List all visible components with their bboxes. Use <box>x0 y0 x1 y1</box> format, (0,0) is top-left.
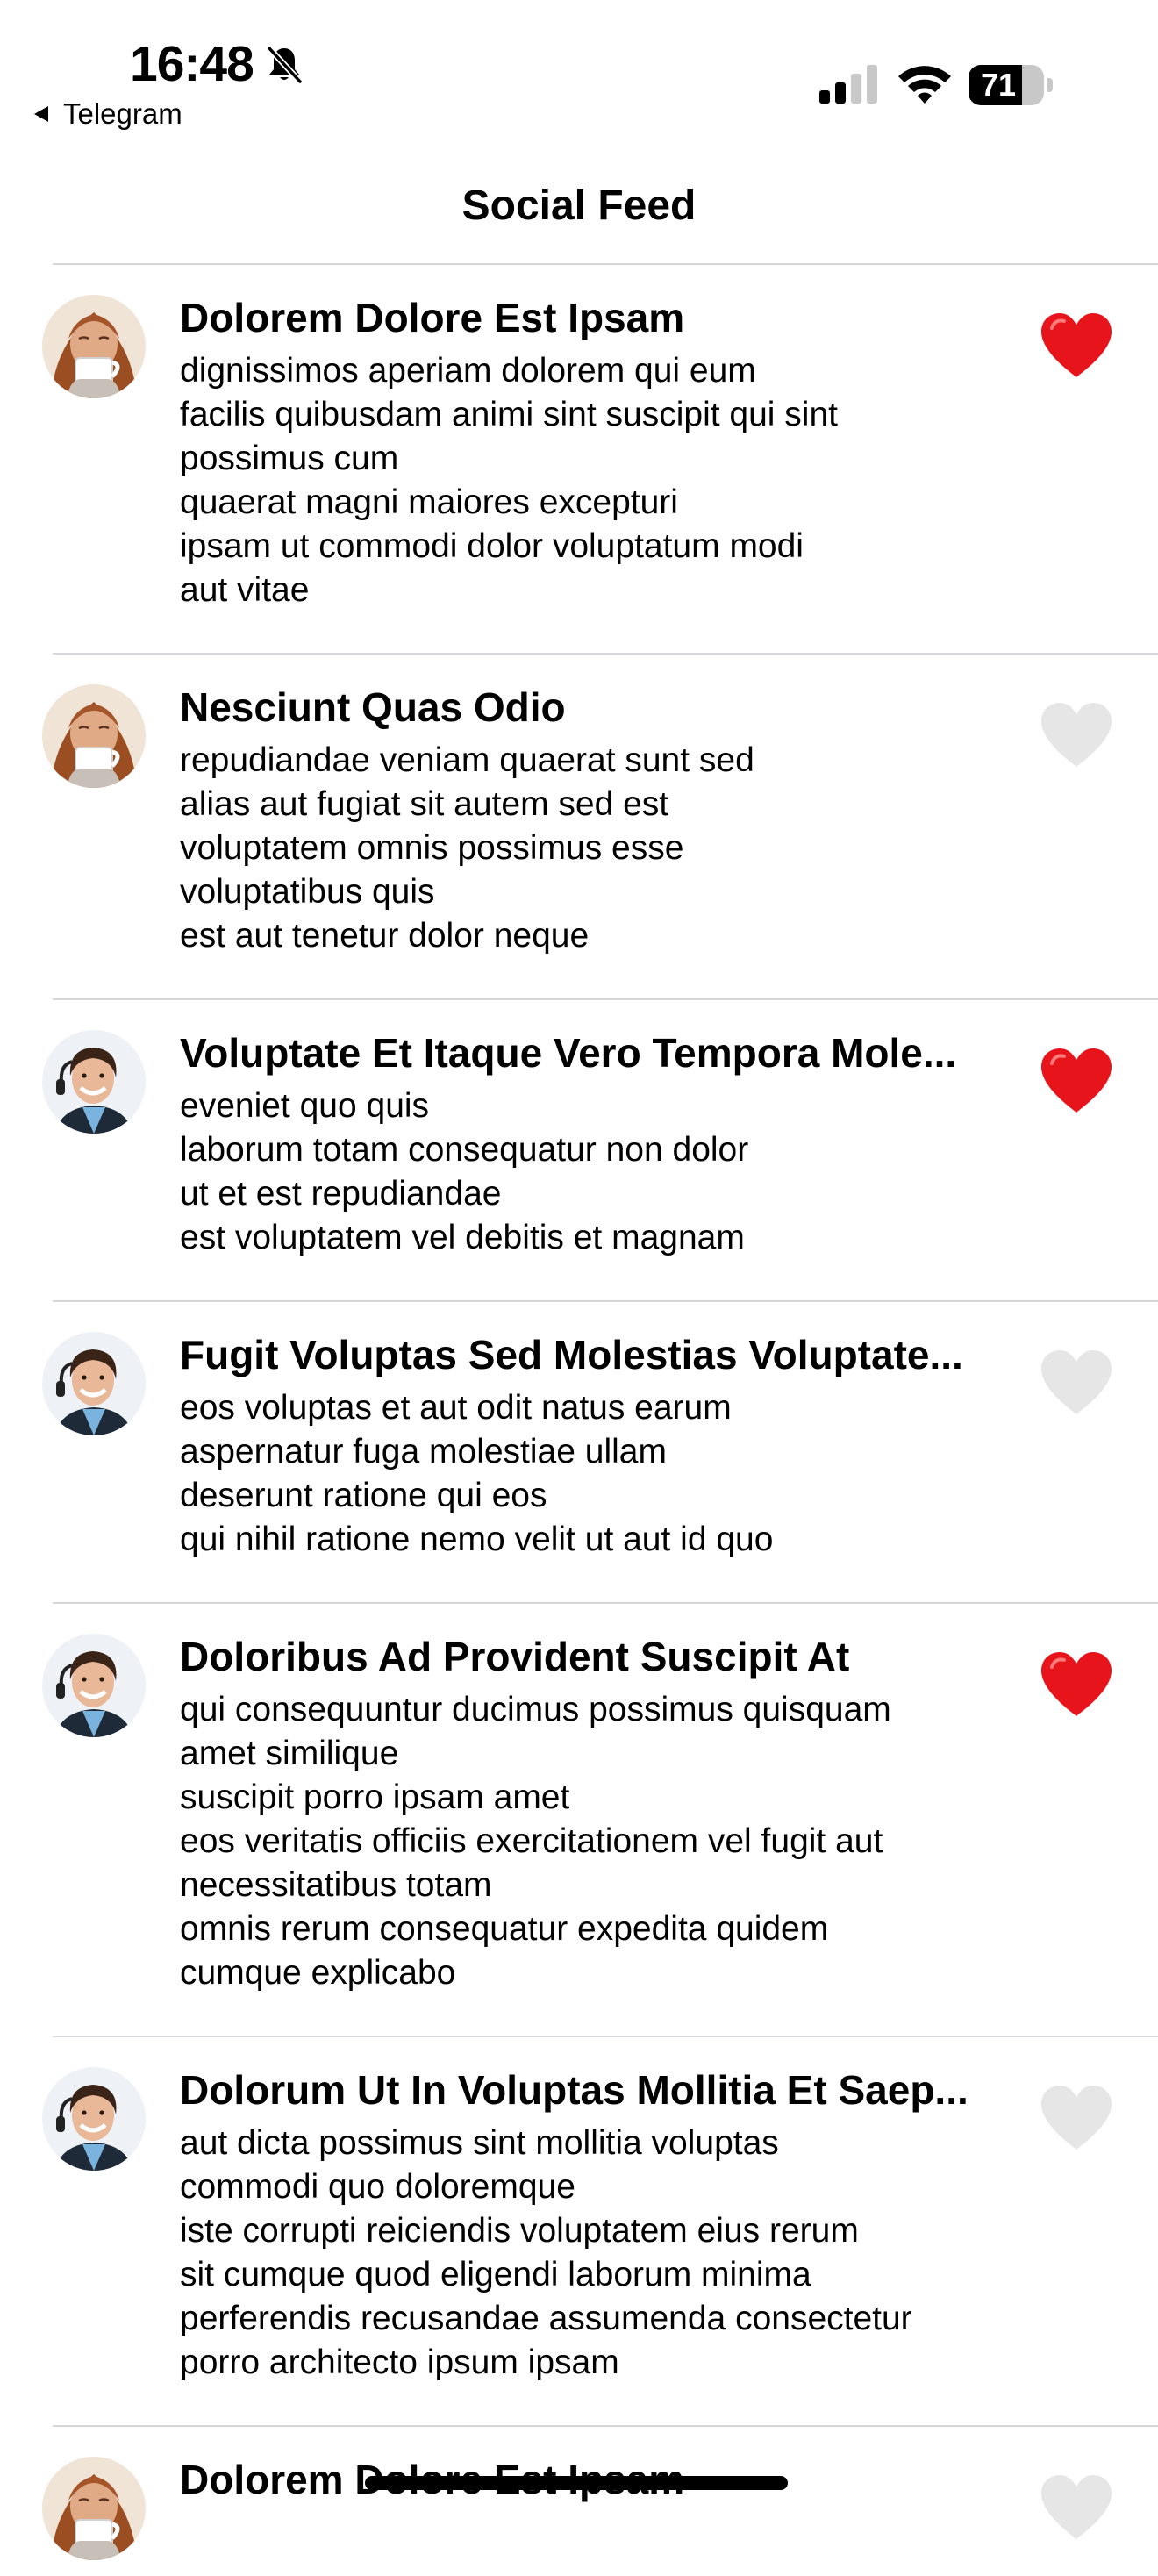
post-title: Doloribus Ad Provident Suscipit At <box>180 1634 850 1679</box>
post-body: dignissimos aperiam dolorem qui eum facil… <box>180 349 1022 612</box>
post-body-line: dignissimos aperiam dolorem qui eum <box>180 352 756 390</box>
post-title: Dolorum Ut In Voluptas Mollitia Et Saep.… <box>180 2067 969 2113</box>
post-content: Dolorum Ut In Voluptas Mollitia Et Saep.… <box>180 2064 1022 2385</box>
post-body-line: suscipit porro ipsam amet <box>180 1778 570 1816</box>
post-content: Fugit Voluptas Sed Molestias Voluptate..… <box>180 1328 1022 1562</box>
post-body-line: quaerat magni maiores excepturi <box>180 483 678 521</box>
post-body: eveniet quo quis laborum totam consequatu… <box>180 1084 1022 1260</box>
liked-heart-icon[interactable] <box>1038 1649 1115 1720</box>
post-body-line: omnis rerum consequatur expedita quidem <box>180 1910 829 1948</box>
back-to-app-label: Telegram <box>63 97 182 130</box>
battery-tip <box>1047 78 1053 92</box>
smiling-man-avatar[interactable] <box>42 2067 146 2171</box>
social-feed-list[interactable]: Dolorem Dolore Est Ipsam dignissimos aper… <box>0 265 1158 2576</box>
unliked-heart-icon[interactable] <box>1038 2083 1115 2153</box>
post-body-line: eveniet quo quis <box>180 1087 430 1125</box>
page-title: Social Feed <box>461 182 697 229</box>
feed-post[interactable]: Fugit Voluptas Sed Molestias Voluptate..… <box>0 1302 1158 1604</box>
post-body-line: sit cumque quod eligendi laborum minima <box>180 2256 811 2293</box>
unliked-heart-icon[interactable] <box>1038 1348 1115 1418</box>
unliked-heart-icon[interactable] <box>1038 700 1115 770</box>
post-body-line: laborum totam consequatur non dolor <box>180 1131 749 1169</box>
post-body-line: qui nihil ratione nemo velit ut aut id q… <box>180 1521 774 1558</box>
unliked-heart-icon[interactable] <box>1038 2472 1115 2543</box>
back-to-app-button[interactable]: Telegram <box>32 97 182 132</box>
post-body: qui consequuntur ducimus possimus quisqu… <box>180 1688 1022 1995</box>
cellular-signal-icon <box>819 65 877 104</box>
post-body-line: aspernatur fuga molestiae ullam <box>180 1433 667 1470</box>
feed-post[interactable]: Nesciunt Quas Odio repudiandae veniam qua… <box>0 655 1158 1000</box>
post-body-line: est aut tenetur dolor neque <box>180 917 590 955</box>
post-body-line: qui consequuntur ducimus possimus quisqu… <box>180 1691 891 1728</box>
post-body-line: iste corrupti reiciendis voluptatem eius… <box>180 2212 859 2250</box>
post-body-line: eos veritatis officiis exercitationem ve… <box>180 1822 883 1860</box>
post-body-line: cumque explicabo <box>180 1954 456 1992</box>
post-body-line: voluptatibus quis <box>180 873 435 911</box>
feed-post[interactable]: Dolorem Dolore Est Ipsam dignissimos aper… <box>0 265 1158 655</box>
post-body-line: eos voluptas et aut odit natus earum <box>180 1389 732 1427</box>
post-body-line: ut et est repudiandae <box>180 1175 502 1213</box>
post-body-line: possimus cum <box>180 440 399 477</box>
feed-post[interactable]: Dolorem Dolore Est Ipsam <box>0 2427 1158 2576</box>
post-title: Fugit Voluptas Sed Molestias Voluptate..… <box>180 1332 963 1377</box>
post-body-line: porro architecto ipsum ipsam <box>180 2343 619 2381</box>
home-indicator[interactable] <box>365 2476 788 2490</box>
post-body: repudiandae veniam quaerat sunt sed alias… <box>180 739 1022 958</box>
woman-drinking-coffee-avatar[interactable] <box>42 2457 146 2560</box>
post-content: Nesciunt Quas Odio repudiandae veniam qua… <box>180 681 1022 958</box>
post-body-line: deserunt ratione qui eos <box>180 1477 547 1514</box>
post-body-line: commodi quo doloremque <box>180 2168 575 2206</box>
wifi-icon <box>898 66 951 104</box>
liked-heart-icon[interactable] <box>1038 1046 1115 1116</box>
post-body-line: amet similique <box>180 1735 399 1772</box>
smiling-man-avatar[interactable] <box>42 1332 146 1435</box>
feed-post[interactable]: Doloribus Ad Provident Suscipit At qui co… <box>0 1604 1158 2037</box>
post-body-line: aut vitae <box>180 571 310 609</box>
liked-heart-icon[interactable] <box>1038 311 1115 381</box>
woman-drinking-coffee-avatar[interactable] <box>42 295 146 398</box>
post-body: aut dicta possimus sint mollitia volupta… <box>180 2122 1022 2385</box>
smiling-man-avatar[interactable] <box>42 1634 146 1737</box>
post-title: Dolorem Dolore Est Ipsam <box>180 295 685 340</box>
post-body-line: ipsam ut commodi dolor voluptatum modi <box>180 527 804 565</box>
battery-indicator: 71 <box>969 65 1053 105</box>
post-body-line: perferendis recusandae assumenda consect… <box>180 2300 912 2337</box>
post-body-line: repudiandae veniam quaerat sunt sed <box>180 741 754 779</box>
post-content: Voluptate Et Itaque Vero Tempora Mole...… <box>180 1027 1022 1260</box>
post-body-line: voluptatem omnis possimus esse <box>180 829 684 867</box>
woman-drinking-coffee-avatar[interactable] <box>42 684 146 788</box>
post-content: Doloribus Ad Provident Suscipit At qui co… <box>180 1630 1022 1995</box>
post-body-line: necessitatibus totam <box>180 1866 492 1904</box>
post-body-line: aut dicta possimus sint mollitia volupta… <box>180 2124 779 2162</box>
post-body-line: facilis quibusdam animi sint suscipit qu… <box>180 396 838 433</box>
feed-post[interactable]: Dolorum Ut In Voluptas Mollitia Et Saep.… <box>0 2037 1158 2427</box>
smiling-man-avatar[interactable] <box>42 1030 146 1134</box>
back-caret-icon <box>34 106 48 122</box>
post-title: Voluptate Et Itaque Vero Tempora Mole... <box>180 1030 957 1076</box>
bell-off-icon <box>266 45 304 85</box>
battery-body: 71 <box>969 65 1044 105</box>
status-bar: 16:48 Telegram 71 <box>0 0 1158 140</box>
status-time: 16:48 <box>130 36 254 92</box>
post-body: eos voluptas et aut odit natus earum aspe… <box>180 1386 1022 1562</box>
post-body-line: est voluptatem vel debitis et magnam <box>180 1219 745 1256</box>
post-body-line: alias aut fugiat sit autem sed est <box>180 785 669 823</box>
post-title: Nesciunt Quas Odio <box>180 684 566 730</box>
battery-percent: 71 <box>980 67 1017 103</box>
feed-post[interactable]: Voluptate Et Itaque Vero Tempora Mole...… <box>0 1000 1158 1302</box>
post-content: Dolorem Dolore Est Ipsam dignissimos aper… <box>180 291 1022 612</box>
